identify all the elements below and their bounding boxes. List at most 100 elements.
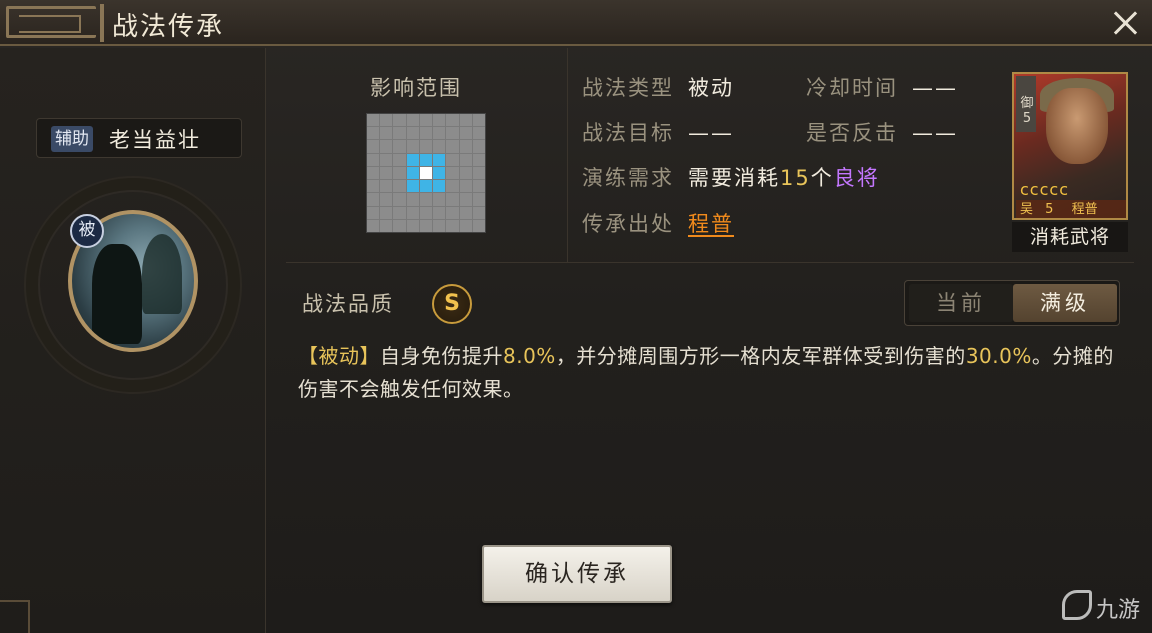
title-ornament xyxy=(6,6,96,38)
range-cell xyxy=(406,114,419,127)
range-title: 影响范围 xyxy=(370,76,462,100)
range-cell-affected xyxy=(433,166,446,180)
skill-inherit-window: 战法传承 辅助 老当益壮 被 影响范围 战法类型 被动 冷却时间 —— 战法目标 ——… xyxy=(0,0,1152,633)
title-bar: 战法传承 xyxy=(0,0,1152,46)
range-cell xyxy=(406,193,419,206)
range-cell xyxy=(380,114,393,127)
range-cell xyxy=(367,114,380,127)
passive-badge: 被 xyxy=(70,214,104,248)
range-cell xyxy=(446,114,459,127)
range-cell-affected xyxy=(433,153,446,166)
range-cell xyxy=(393,140,406,153)
range-cell xyxy=(459,114,472,127)
info-row-cooldown: 冷却时间 —— xyxy=(806,72,958,102)
section-divider xyxy=(286,262,1134,263)
range-cell-affected xyxy=(433,180,446,193)
cooldown-label: 冷却时间 xyxy=(806,76,898,100)
range-cell xyxy=(393,127,406,140)
range-cell-affected xyxy=(406,153,419,166)
range-cell xyxy=(393,114,406,127)
range-cell xyxy=(433,206,446,219)
toggle-max-level[interactable]: 满级 xyxy=(1013,284,1117,322)
range-cell xyxy=(419,206,433,219)
range-cell xyxy=(393,166,406,180)
target-value: —— xyxy=(688,121,734,145)
range-cell xyxy=(419,140,433,153)
window-title: 战法传承 xyxy=(112,12,225,42)
practice-count: 15 xyxy=(780,166,811,190)
info-row-practice: 演练需求 需要消耗15个良将 xyxy=(582,162,880,192)
practice-label: 演练需求 xyxy=(582,166,674,190)
toggle-current[interactable]: 当前 xyxy=(909,284,1013,322)
range-cell xyxy=(393,153,406,166)
close-icon[interactable] xyxy=(1108,6,1144,40)
range-cell-affected xyxy=(419,180,433,193)
info-row-target: 战法目标 —— xyxy=(582,117,734,147)
range-cell xyxy=(459,127,472,140)
range-cell xyxy=(393,219,406,232)
general-card[interactable]: 御5 ccccc 吴 5 程普 消耗武将 xyxy=(1012,72,1128,252)
desc-tag: 【被动】 xyxy=(298,344,380,368)
source-general-link[interactable]: 程普 xyxy=(688,212,734,236)
practice-unit: 个 xyxy=(810,166,834,190)
range-cell xyxy=(380,180,393,193)
info-row-type: 战法类型 被动 xyxy=(582,72,734,102)
range-cell-affected xyxy=(406,180,419,193)
range-cell xyxy=(380,219,393,232)
card-general-name: 程普 xyxy=(1071,202,1098,217)
range-cell xyxy=(472,127,485,140)
practice-rarity: 良将 xyxy=(833,166,880,190)
range-cell xyxy=(459,219,472,232)
range-cell xyxy=(459,153,472,166)
range-cell xyxy=(433,193,446,206)
desc-part2: ，并分摊周围方形一格内友军群体受到伤害的 xyxy=(555,344,966,368)
skill-name-tag: 辅助 老当益壮 xyxy=(36,118,242,158)
range-cell xyxy=(433,127,446,140)
watermark-logo-icon xyxy=(1062,590,1092,620)
range-cell xyxy=(433,140,446,153)
range-cell xyxy=(393,193,406,206)
range-cell xyxy=(472,193,485,206)
card-bottom-bar: 吴 5 程普 xyxy=(1016,200,1126,218)
range-cell xyxy=(380,127,393,140)
range-cell xyxy=(419,219,433,232)
quality-label: 战法品质 xyxy=(302,292,394,316)
range-cell xyxy=(367,127,380,140)
type-value: 被动 xyxy=(688,76,734,100)
card-faction: 吴 xyxy=(1020,202,1034,217)
warrior-silhouette xyxy=(92,244,142,344)
card-cost: 5 xyxy=(1045,202,1054,217)
range-cell xyxy=(472,140,485,153)
range-cell xyxy=(459,193,472,206)
confirm-inherit-button[interactable]: 确认传承 xyxy=(482,545,672,603)
range-cell xyxy=(393,180,406,193)
practice-value: 需要消耗15个良将 xyxy=(688,166,880,190)
range-cell xyxy=(406,206,419,219)
range-cell xyxy=(472,153,485,166)
range-cell xyxy=(367,206,380,219)
range-cell xyxy=(459,206,472,219)
range-cell xyxy=(472,206,485,219)
skill-name: 老当益壮 xyxy=(109,128,201,152)
info-row-counter: 是否反击 —— xyxy=(806,117,958,147)
range-cell xyxy=(433,219,446,232)
info-row-source: 传承出处 程普 xyxy=(582,208,734,238)
level-toggle: 当前 满级 xyxy=(904,280,1120,326)
range-cell xyxy=(446,219,459,232)
desc-value2: 30.0% xyxy=(965,344,1032,368)
range-cell xyxy=(393,206,406,219)
title-divider xyxy=(100,4,104,42)
range-cell xyxy=(406,219,419,232)
range-cell xyxy=(380,140,393,153)
range-cell-affected xyxy=(419,153,433,166)
range-cell xyxy=(367,180,380,193)
general-portrait: 御5 ccccc 吴 5 程普 xyxy=(1012,72,1128,220)
range-cell xyxy=(380,206,393,219)
range-cell xyxy=(367,153,380,166)
range-cell xyxy=(380,193,393,206)
desc-value1: 8.0% xyxy=(503,344,556,368)
counter-label: 是否反击 xyxy=(806,121,898,145)
quality-grade-badge: S xyxy=(432,284,472,324)
range-cell xyxy=(446,206,459,219)
range-cell xyxy=(433,114,446,127)
